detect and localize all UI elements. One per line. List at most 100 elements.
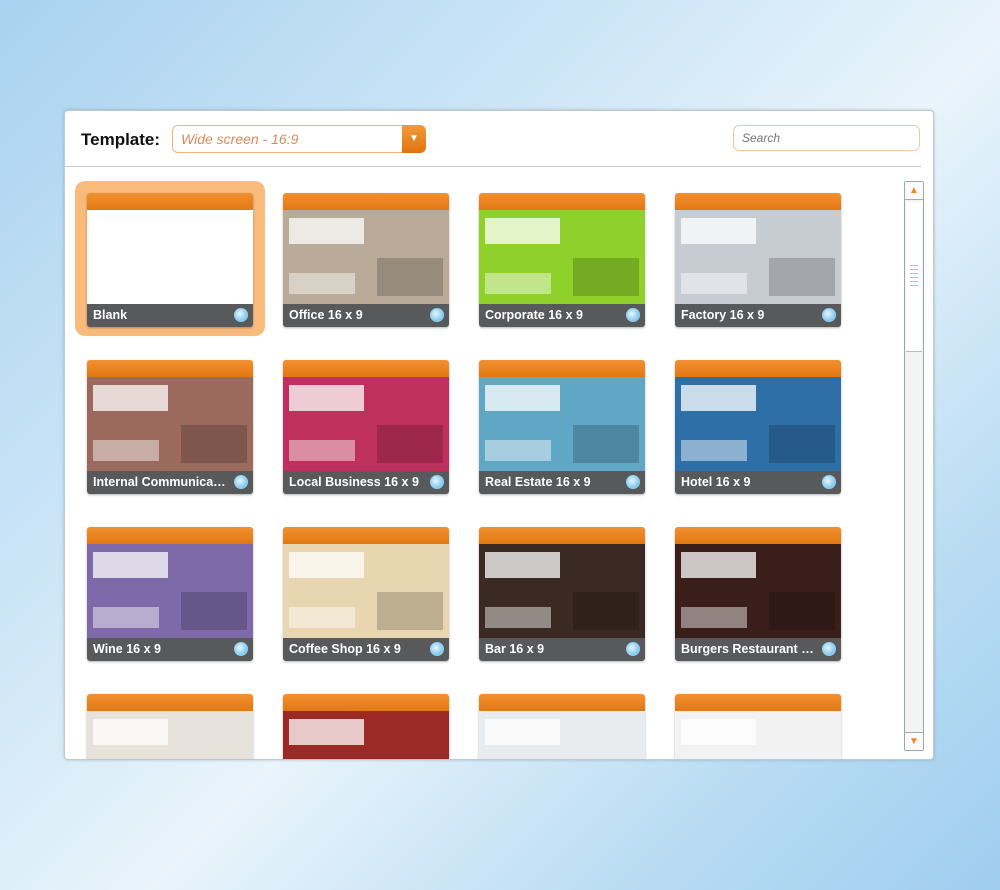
- thumb-image: [769, 759, 835, 760]
- thumb-block: [93, 440, 160, 461]
- card-header-bar: [283, 193, 449, 210]
- thumb-block: [485, 385, 560, 412]
- thumb-block: [681, 385, 756, 412]
- card-header-bar: [283, 527, 449, 544]
- magnifier-icon[interactable]: [430, 642, 444, 656]
- scrollbar[interactable]: ▲ ▼: [904, 181, 924, 751]
- card-header-bar: [479, 694, 645, 711]
- template-card[interactable]: Corporate 16 x 9: [479, 193, 645, 327]
- template-card[interactable]: Factory 16 x 9: [675, 193, 841, 327]
- template-caption: Internal Communicati...: [87, 471, 253, 494]
- template-label: Template:: [81, 130, 161, 149]
- thumb-image: [376, 258, 443, 296]
- template-name: Blank: [93, 308, 128, 322]
- thumb-block: [93, 385, 168, 412]
- thumb-image: [572, 592, 639, 630]
- thumb-block: [485, 218, 560, 245]
- template-name: Real Estate 16 x 9: [485, 475, 591, 489]
- card-header-bar: [87, 360, 253, 377]
- template-caption: Factory 16 x 9: [675, 304, 841, 327]
- template-card[interactable]: Blank: [87, 193, 253, 327]
- template-thumbnail: [479, 377, 645, 471]
- template-thumbnail: [479, 711, 645, 759]
- template-thumbnail: [479, 210, 645, 304]
- card-header-bar: [675, 527, 841, 544]
- scroll-down-arrow-icon[interactable]: ▼: [905, 732, 923, 750]
- thumb-image: [180, 425, 247, 463]
- template-thumbnail: [87, 711, 253, 759]
- scroll-up-arrow-icon[interactable]: ▲: [905, 182, 923, 200]
- template-card[interactable]: Internal Communicati...: [87, 360, 253, 494]
- template-card[interactable]: Local Business 16 x 9: [283, 360, 449, 494]
- template-caption: Coffee Shop 16 x 9: [283, 638, 449, 661]
- thumb-block: [485, 607, 552, 628]
- template-picker-dialog: Template: Wide screen - 16:9 ▼ Blank Offi…: [64, 110, 934, 760]
- scrollbar-thumb[interactable]: [906, 202, 922, 352]
- template-caption: Blank: [87, 304, 253, 327]
- thumb-block: [289, 440, 356, 461]
- magnifier-icon[interactable]: [430, 308, 444, 322]
- template-card[interactable]: Coffee Shop 16 x 9: [283, 527, 449, 661]
- thumb-block: [485, 273, 552, 294]
- template-name: Local Business 16 x 9: [289, 475, 419, 489]
- template-caption: Bar 16 x 9: [479, 638, 645, 661]
- magnifier-icon[interactable]: [822, 475, 836, 489]
- template-card[interactable]: [479, 694, 645, 759]
- magnifier-icon[interactable]: [626, 308, 640, 322]
- template-select[interactable]: Wide screen - 16:9 ▼: [172, 125, 426, 153]
- thumb-block: [93, 719, 168, 746]
- thumb-image: [572, 425, 639, 463]
- template-card[interactable]: [87, 694, 253, 759]
- thumb-block: [681, 273, 748, 294]
- thumb-image: [768, 425, 835, 463]
- thumb-block: [681, 218, 756, 245]
- template-thumbnail: [87, 210, 253, 304]
- template-thumbnail: [283, 544, 449, 638]
- thumb-block: [289, 218, 364, 245]
- magnifier-icon[interactable]: [234, 308, 248, 322]
- template-card[interactable]: [283, 694, 449, 759]
- template-name: Bar 16 x 9: [485, 642, 545, 656]
- template-caption: Office 16 x 9: [283, 304, 449, 327]
- magnifier-icon[interactable]: [822, 642, 836, 656]
- thumb-image: [768, 592, 835, 630]
- card-header-bar: [479, 360, 645, 377]
- magnifier-icon[interactable]: [626, 642, 640, 656]
- template-caption: Hotel 16 x 9: [675, 471, 841, 494]
- template-name: Corporate 16 x 9: [485, 308, 583, 322]
- template-thumbnail: [283, 377, 449, 471]
- thumb-image: [376, 592, 443, 630]
- card-header-bar: [87, 527, 253, 544]
- template-card[interactable]: Bar 16 x 9: [479, 527, 645, 661]
- template-card[interactable]: Hotel 16 x 9: [675, 360, 841, 494]
- magnifier-icon[interactable]: [430, 475, 444, 489]
- template-thumbnail: [283, 711, 449, 759]
- template-card[interactable]: Real Estate 16 x 9: [479, 360, 645, 494]
- magnifier-icon[interactable]: [234, 642, 248, 656]
- template-card[interactable]: [675, 694, 841, 760]
- thumb-image: [180, 592, 247, 630]
- thumb-block: [485, 552, 560, 579]
- chevron-down-icon[interactable]: ▼: [402, 125, 426, 153]
- template-thumbnail: [675, 377, 841, 471]
- template-thumbnail: [479, 544, 645, 638]
- magnifier-icon[interactable]: [626, 475, 640, 489]
- template-thumbnail: [87, 377, 253, 471]
- thumb-block: [93, 607, 160, 628]
- template-card[interactable]: Burgers Restaurant 1...: [675, 527, 841, 661]
- template-caption: Local Business 16 x 9: [283, 471, 449, 494]
- template-name: Factory 16 x 9: [681, 308, 765, 322]
- template-name: Wine 16 x 9: [93, 642, 161, 656]
- search-input[interactable]: [733, 125, 920, 151]
- template-name: Office 16 x 9: [289, 308, 363, 322]
- thumb-image: [768, 258, 835, 296]
- magnifier-icon[interactable]: [822, 308, 836, 322]
- template-caption: Burgers Restaurant 1...: [675, 638, 841, 661]
- magnifier-icon[interactable]: [234, 475, 248, 489]
- card-header-bar: [283, 360, 449, 377]
- template-thumbnail: [87, 544, 253, 638]
- card-header-bar: [479, 527, 645, 544]
- template-thumbnail: [675, 544, 841, 638]
- template-card[interactable]: Wine 16 x 9: [87, 527, 253, 661]
- template-card[interactable]: Office 16 x 9: [283, 193, 449, 327]
